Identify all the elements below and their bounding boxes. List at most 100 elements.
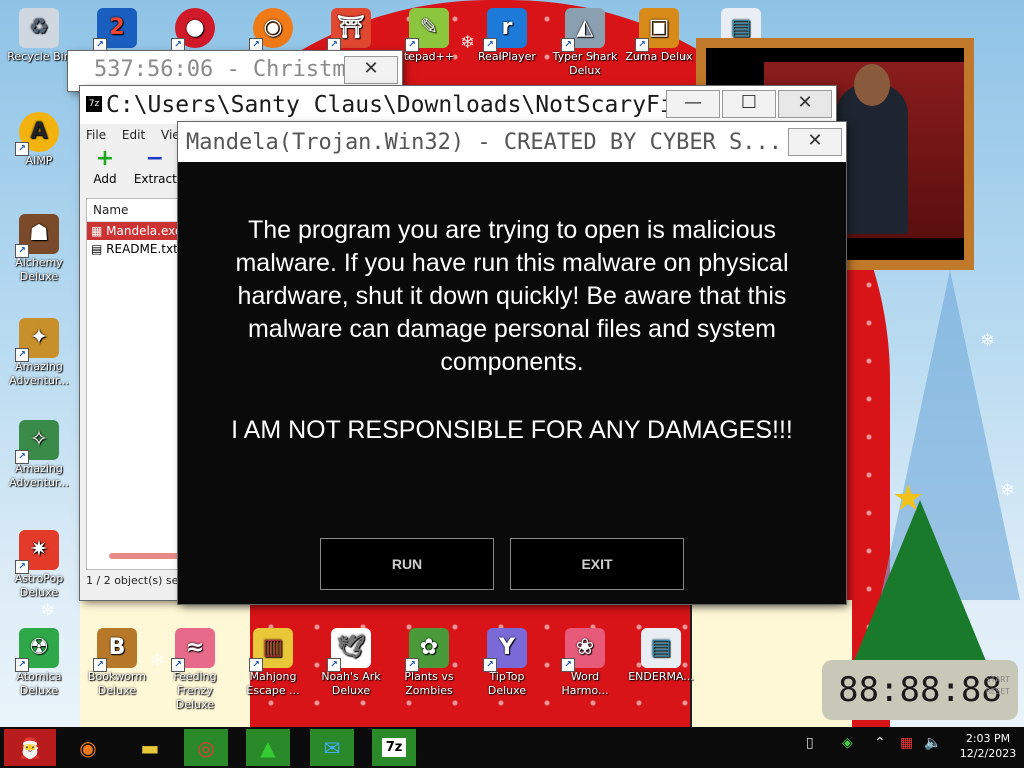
reset-label: RESET (985, 687, 1010, 696)
desktop-icon-plants-vs-zombies[interactable]: ✿ ↗ Plants vs Zombies (392, 628, 466, 698)
firefox-icon: ◉ ↗ (249, 8, 293, 52)
run-button[interactable]: RUN (320, 538, 494, 590)
wizard-icon: ☗ ↗ (15, 214, 59, 258)
photo-head (854, 64, 890, 106)
gadget-controls[interactable]: START RESET (986, 674, 1010, 698)
red-creature-icon: ● ↗ (171, 8, 215, 52)
desktop-icon-bookworm[interactable]: B ↗ Bookworm Deluxe (80, 628, 154, 698)
tray-green-icon[interactable]: ◈ (842, 735, 853, 751)
tray-chevron-icon[interactable]: ⌃ (874, 735, 886, 751)
desktop-icon-label: Plants vs Zombies (404, 670, 454, 697)
start-button[interactable]: 🎅 (4, 729, 56, 766)
desktop-icon-feeding-frenzy[interactable]: ≈ ↗ Feeding Frenzy Deluxe (158, 628, 232, 712)
desktop-icon-label: Atomica Deluxe (16, 670, 62, 697)
desktop-icon-firefox[interactable]: ◉ ↗ (236, 8, 310, 52)
extract-label: Extract (133, 172, 177, 186)
extract-button[interactable]: − Extract (133, 146, 177, 186)
seven-zip-icon: 7z (86, 96, 102, 112)
desktop-icon-enderman[interactable]: ▤ ENDERMA... (624, 628, 698, 684)
glass-icon: Y ↗ (483, 628, 527, 672)
seven-zip-label: 7z (381, 738, 407, 757)
timer-window[interactable]: 537:56:06 - Christm... ✕ (68, 51, 402, 91)
desktop-icon-notepad-plus[interactable]: ✎ ↗ tepad++ (392, 8, 466, 64)
dove-icon: 🕊 ↗ (327, 628, 371, 672)
desktop-icon-label: TipTop Deluxe (487, 670, 527, 697)
desktop-icon-label: AIMP (25, 154, 53, 167)
snowflake: ❄ (40, 600, 56, 621)
minus-icon: − (145, 146, 165, 171)
desktop-icon-label: ENDERMA... (628, 670, 694, 683)
close-button[interactable]: ✕ (344, 56, 398, 84)
window-icon: ▤ (641, 628, 681, 668)
desktop-icon-red-ball[interactable]: ● ↗ (158, 8, 232, 52)
maximize-button[interactable]: ☐ (722, 90, 776, 118)
desktop-icon-label: Typer Shark Delux (552, 50, 618, 77)
recycle-bin-icon: ♻ (19, 8, 59, 48)
column-header-name[interactable]: Name (87, 199, 181, 222)
start-label: START (985, 675, 1010, 684)
volume-icon[interactable]: 🔈 (924, 735, 941, 751)
file-name: Mandela.exe (106, 224, 181, 238)
firefox-taskbar-icon[interactable]: ◉ (66, 729, 110, 766)
file-row[interactable]: ▤ README.txt (87, 240, 181, 258)
desktop-icon-shrine[interactable]: ⛩ ↗ (314, 8, 388, 52)
add-button[interactable]: + Add (84, 146, 126, 186)
chrome-icon[interactable]: ◎ (184, 729, 228, 766)
clock-date: 12/2/2023 (959, 747, 1017, 760)
desktop-icon-typer-shark[interactable]: ◭ ↗ Typer Shark Delux (548, 8, 622, 78)
menu-file[interactable]: File (80, 124, 112, 146)
menu-edit[interactable]: Edit (116, 124, 151, 146)
star-icon: ★ (892, 478, 925, 519)
desktop-icon-tiptop[interactable]: Y ↗ TipTop Deluxe (470, 628, 544, 698)
file-list[interactable]: Name ▦ Mandela.exe ▤ README.txt (86, 198, 182, 570)
exit-button[interactable]: EXIT (510, 538, 684, 590)
desktop-icon-recycle-bin[interactable]: ♻ Recycle Bin (2, 8, 76, 64)
desktop-icon-word-harmony[interactable]: ❀ ↗ Word Harmo... (548, 628, 622, 698)
close-button[interactable]: ✕ (788, 128, 842, 156)
close-button[interactable]: ✕ (778, 90, 832, 118)
desktop-icon-amazing-1[interactable]: ✦ ↗ Amazing Adventur... (2, 318, 76, 388)
desktop-icon-label: Bookworm Deluxe (87, 670, 147, 697)
warning-message: The program you are trying to open is ma… (235, 216, 789, 376)
desktop-icon-atomica[interactable]: ☢ ↗ Atomica Deluxe (2, 628, 76, 698)
desktop-icon-mahjong[interactable]: ▥ ↗ Mahjong Escape ... (236, 628, 310, 698)
tray-network-icon[interactable]: ▦ (900, 735, 913, 751)
desktop-icon-astropop[interactable]: ✷ ↗ AstroPop Deluxe (2, 530, 76, 600)
system-clock[interactable]: 2:03 PM 12/2/2023 (958, 731, 1018, 761)
file-row[interactable]: ▦ Mandela.exe (87, 222, 181, 240)
desktop-icon-label: Feeding Frenzy Deluxe (173, 670, 217, 711)
plus-icon: + (95, 146, 115, 171)
desktop-icon-label: Amazing Adventur... (9, 360, 69, 387)
photo-person (836, 84, 908, 234)
tree-app-icon[interactable]: ▲ (246, 729, 290, 766)
desktop-icon-label: Mahjong Escape ... (246, 670, 300, 697)
horizontal-scrollbar[interactable] (109, 553, 179, 559)
seven-zip-taskbar-icon[interactable]: 7z (372, 729, 416, 766)
toolbar: + Add − Extract (80, 146, 176, 194)
file-explorer-icon[interactable]: ▬ (128, 729, 172, 766)
desktop-icon-zuma[interactable]: ▣ ↗ Zuma Delux (622, 8, 696, 64)
desktop-icon-amazing-2[interactable]: ✧ ↗ Amazing Adventur... (2, 420, 76, 490)
number-two-icon: 2 ↗ (93, 8, 137, 52)
desktop-icon-app-2[interactable]: 2 ↗ (80, 8, 154, 52)
minimize-button[interactable]: — (666, 90, 720, 118)
desktop-icon-aimp[interactable]: A ↗ AIMP (2, 112, 76, 168)
realplayer-icon: r ↗ (483, 8, 527, 52)
mahjong-tile-icon: ▥ ↗ (249, 628, 293, 672)
snowflake: ❄ (980, 330, 996, 351)
desktop-icon-label: Amazing Adventur... (9, 462, 69, 489)
mail-icon[interactable]: ✉ (310, 729, 354, 766)
digital-clock-gadget[interactable]: 88:88:88 START RESET (822, 660, 1018, 720)
zuma-icon: ▣ ↗ (635, 8, 679, 52)
compass-icon: ✧ ↗ (15, 420, 59, 464)
desktop-icon-label: AstroPop Deluxe (14, 572, 64, 599)
desktop-icon-noahs-ark[interactable]: 🕊 ↗ Noah's Ark Deluxe (314, 628, 388, 698)
status-bar: 1 / 2 object(s) sel (86, 574, 182, 587)
tray-window-icon[interactable]: ▯ (806, 735, 814, 751)
desktop-icon-realplayer[interactable]: r ↗ RealPlayer (470, 8, 544, 64)
blossom-icon: ❀ ↗ (561, 628, 605, 672)
desktop-icon-alchemy[interactable]: ☗ ↗ Alchemy Deluxe (2, 214, 76, 284)
malware-warning-dialog[interactable]: Mandela(Trojan.Win32) - CREATED BY CYBER… (178, 122, 846, 604)
flower-icon: ✿ ↗ (405, 628, 449, 672)
clock-time: 2:03 PM (965, 732, 1011, 745)
